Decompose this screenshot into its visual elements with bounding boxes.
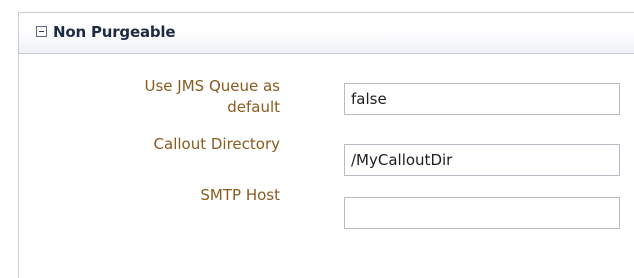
panel-header: Non Purgeable — [19, 13, 634, 54]
non-purgeable-panel: Non Purgeable Use JMS Queue as default C… — [18, 12, 634, 278]
use-jms-queue-label-line2: default — [227, 98, 280, 116]
use-jms-queue-input[interactable] — [344, 83, 620, 115]
collapse-minus-icon[interactable] — [36, 26, 47, 37]
use-jms-queue-label-line1: Use JMS Queue as — [144, 77, 281, 95]
panel-title: Non Purgeable — [53, 23, 176, 41]
callout-directory-label: Callout Directory — [153, 135, 280, 153]
smtp-host-label: SMTP Host — [200, 186, 280, 204]
smtp-host-input[interactable] — [344, 197, 620, 229]
callout-directory-input[interactable] — [344, 144, 620, 176]
